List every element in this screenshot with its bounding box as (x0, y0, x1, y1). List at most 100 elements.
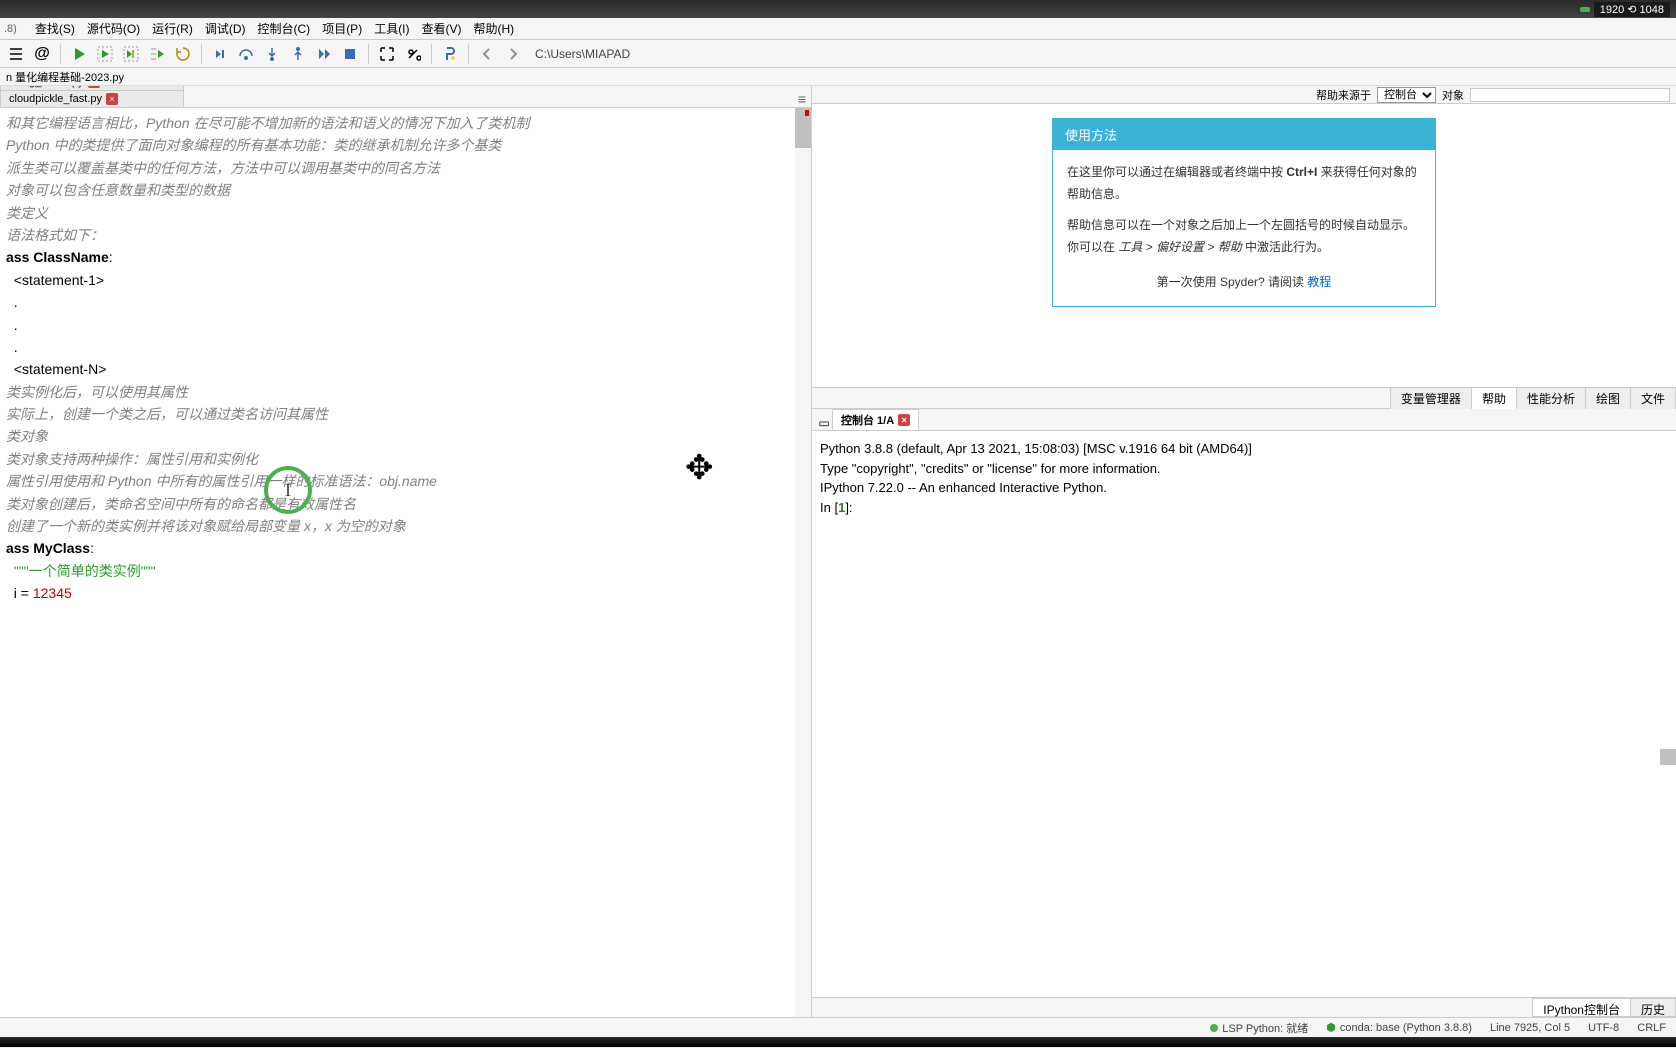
resolution-badge: 1920 ⟲ 1048 (1594, 2, 1670, 17)
help-paragraph-2: 帮助信息可以在一个对象之后加上一个左圆括号的时候自动显示。你可以在 工具 > 偏… (1067, 215, 1421, 258)
pane-tab-文件[interactable]: 文件 (1630, 387, 1676, 410)
menu-查找(S)[interactable]: 查找(S) (29, 20, 81, 38)
working-directory[interactable]: C:\Users\MIAPAD (535, 47, 630, 61)
close-icon[interactable]: × (106, 93, 118, 105)
run-icon[interactable] (67, 42, 91, 66)
right-pane-tabs: 变量管理器帮助性能分析绘图文件 (812, 387, 1676, 409)
step-over-icon[interactable] (234, 42, 258, 66)
console-bottom-tab[interactable]: IPython控制台 (1532, 998, 1631, 1017)
code-line: 类对象创建后，类命名空间中所有的命名都是有效属性名 (0, 493, 811, 515)
console-line: IPython 7.22.0 -- An enhanced Interactiv… (820, 478, 1668, 498)
battery-led-icon (1580, 7, 1590, 12)
menu-查看(V)[interactable]: 查看(V) (416, 20, 468, 38)
pane-tab-绘图[interactable]: 绘图 (1585, 387, 1631, 410)
status-led-icon (1210, 1024, 1218, 1032)
help-footer: 第一次使用 Spyder? 请阅读 教程 (1067, 272, 1421, 294)
status-encoding: UTF-8 (1588, 1022, 1619, 1034)
at-icon[interactable]: @ (30, 42, 54, 66)
code-editor[interactable]: 和其它编程语言相比，Python 在尽可能不增加新的语法和语义的情况下加入了类机… (0, 108, 811, 1017)
menu-工具(I)[interactable]: 工具(I) (368, 20, 415, 38)
console-line: Type "copyright", "credits" or "license"… (820, 459, 1668, 479)
pythonpath-icon[interactable] (438, 42, 462, 66)
code-line: 类定义 (0, 202, 811, 224)
code-line: 属性引用使用和 Python 中所有的属性引用一样的标准语法：obj.name (0, 470, 811, 492)
window-top-edge: 1920 ⟲ 1048 (0, 0, 1676, 18)
back-icon[interactable] (475, 42, 499, 66)
help-paragraph-1: 在这里你可以通过在编辑器或者终端中按 Ctrl+I 来获得任何对象的帮助信息。 (1067, 162, 1421, 205)
main-toolbar: @ C:\Users\MIAPAD (0, 40, 1676, 68)
code-line: """一个简单的类实例""" (0, 560, 811, 582)
run-cell-icon[interactable] (93, 42, 117, 66)
close-icon[interactable]: × (88, 86, 100, 88)
pane-tab-性能分析[interactable]: 性能分析 (1516, 387, 1586, 410)
help-object-label: 对象 (1442, 87, 1464, 103)
scrollbar-marker-icon (805, 110, 809, 116)
window-title-hint: .8) (4, 23, 17, 35)
cursor-highlight-icon: I (264, 466, 312, 514)
console-prompt[interactable]: In [1]: (820, 498, 1668, 518)
status-lsp: LSP Python: 就绪 (1210, 1020, 1308, 1036)
stop-debug-icon[interactable] (338, 42, 362, 66)
help-source-select[interactable]: 控制台 (1377, 87, 1436, 103)
editor-tabs: temp.py×Python 量化编程基础-2023.py×using_sys.… (0, 86, 811, 108)
close-icon[interactable]: × (898, 414, 910, 426)
code-line: 类实例化后，可以使用其属性 (0, 381, 811, 403)
code-line: <statement-N> (0, 358, 811, 380)
taskbar-edge (0, 1037, 1676, 1047)
help-card: 使用方法 在这里你可以通过在编辑器或者终端中按 Ctrl+I 来获得任何对象的帮… (1052, 118, 1436, 307)
forward-icon[interactable] (501, 42, 525, 66)
menu-运行(R)[interactable]: 运行(R) (146, 20, 199, 38)
console-tab-1[interactable]: 控制台 1/A × (832, 409, 919, 430)
console-options-icon[interactable]: ▭ (816, 416, 832, 430)
tabs-overflow-icon[interactable]: ≡ (793, 91, 811, 107)
maximize-pane-icon[interactable] (375, 42, 399, 66)
code-line: 和其它编程语言相比，Python 在尽可能不增加新的语法和语义的情况下加入了类机… (0, 112, 811, 134)
console-tabs: ▭ 控制台 1/A × (812, 409, 1676, 431)
code-line: ass ClassName: (0, 246, 811, 268)
code-line: 类对象支持两种操作：属性引用和实例化 (0, 448, 811, 470)
code-line: Python 中的类提供了面向对象编程的所有基本功能：类的继承机制允许多个基类 (0, 134, 811, 156)
status-conda: ⬢conda: base (Python 3.8.8) (1326, 1021, 1472, 1034)
run-selection-icon[interactable] (145, 42, 169, 66)
menu-源代码(O)[interactable]: 源代码(O) (81, 20, 146, 38)
preferences-icon[interactable] (401, 42, 425, 66)
tab-label: cloudpickle_fast.py (9, 93, 102, 105)
code-line: . (0, 291, 811, 313)
help-source-label: 帮助来源于 (1316, 87, 1371, 103)
console-bottom-tab[interactable]: 历史 (1630, 998, 1676, 1017)
code-line: <statement-1> (0, 269, 811, 291)
breadcrumb: n 量化编程基础-2023.py (0, 68, 1676, 86)
status-eol: CRLF (1637, 1022, 1666, 1034)
help-object-input[interactable] (1470, 88, 1670, 102)
menu-控制台(C)[interactable]: 控制台(C) (252, 20, 317, 38)
menubar: .8) 查找(S)源代码(O)运行(R)调试(D)控制台(C)项目(P)工具(I… (0, 18, 1676, 40)
code-line: 实际上，创建一个类之后，可以通过类名访问其属性 (0, 403, 811, 425)
tab-label: using_name.py (9, 86, 84, 88)
outline-icon[interactable] (4, 42, 28, 66)
code-line: 创建了一个新的类实例并将该对象赋给局部变量 x，x 为空的对象 (0, 515, 811, 537)
step-into-icon[interactable] (260, 42, 284, 66)
code-line: 对象可以包含任意数量和类型的数据 (0, 179, 811, 201)
menu-项目(P)[interactable]: 项目(P) (316, 20, 368, 38)
help-source-bar: 帮助来源于 控制台 对象 (812, 86, 1676, 104)
step-out-icon[interactable] (286, 42, 310, 66)
console-bottom-tabs: IPython控制台历史 (812, 997, 1676, 1017)
run-cell-advance-icon[interactable] (119, 42, 143, 66)
continue-icon[interactable] (312, 42, 336, 66)
console-scroll-square[interactable] (1660, 749, 1676, 765)
menu-帮助(H)[interactable]: 帮助(H) (468, 20, 521, 38)
pane-tab-变量管理器[interactable]: 变量管理器 (1390, 387, 1472, 410)
editor-scrollbar[interactable] (795, 108, 811, 1017)
code-line: . (0, 336, 811, 358)
console-output[interactable]: Python 3.8.8 (default, Apr 13 2021, 15:0… (812, 431, 1676, 997)
editor-tab[interactable]: cloudpickle_fast.py × (0, 90, 184, 107)
code-line: . (0, 314, 811, 336)
debug-icon[interactable] (208, 42, 232, 66)
code-line: ass MyClass: (0, 537, 811, 559)
tutorial-link[interactable]: 教程 (1307, 275, 1331, 289)
help-card-title: 使用方法 (1053, 119, 1435, 150)
menu-调试(D)[interactable]: 调试(D) (199, 20, 252, 38)
pane-tab-帮助[interactable]: 帮助 (1471, 387, 1517, 410)
rerun-icon[interactable] (171, 42, 195, 66)
console-pane: ▭ 控制台 1/A × Python 3.8.8 (default, Apr 1… (812, 409, 1676, 1017)
